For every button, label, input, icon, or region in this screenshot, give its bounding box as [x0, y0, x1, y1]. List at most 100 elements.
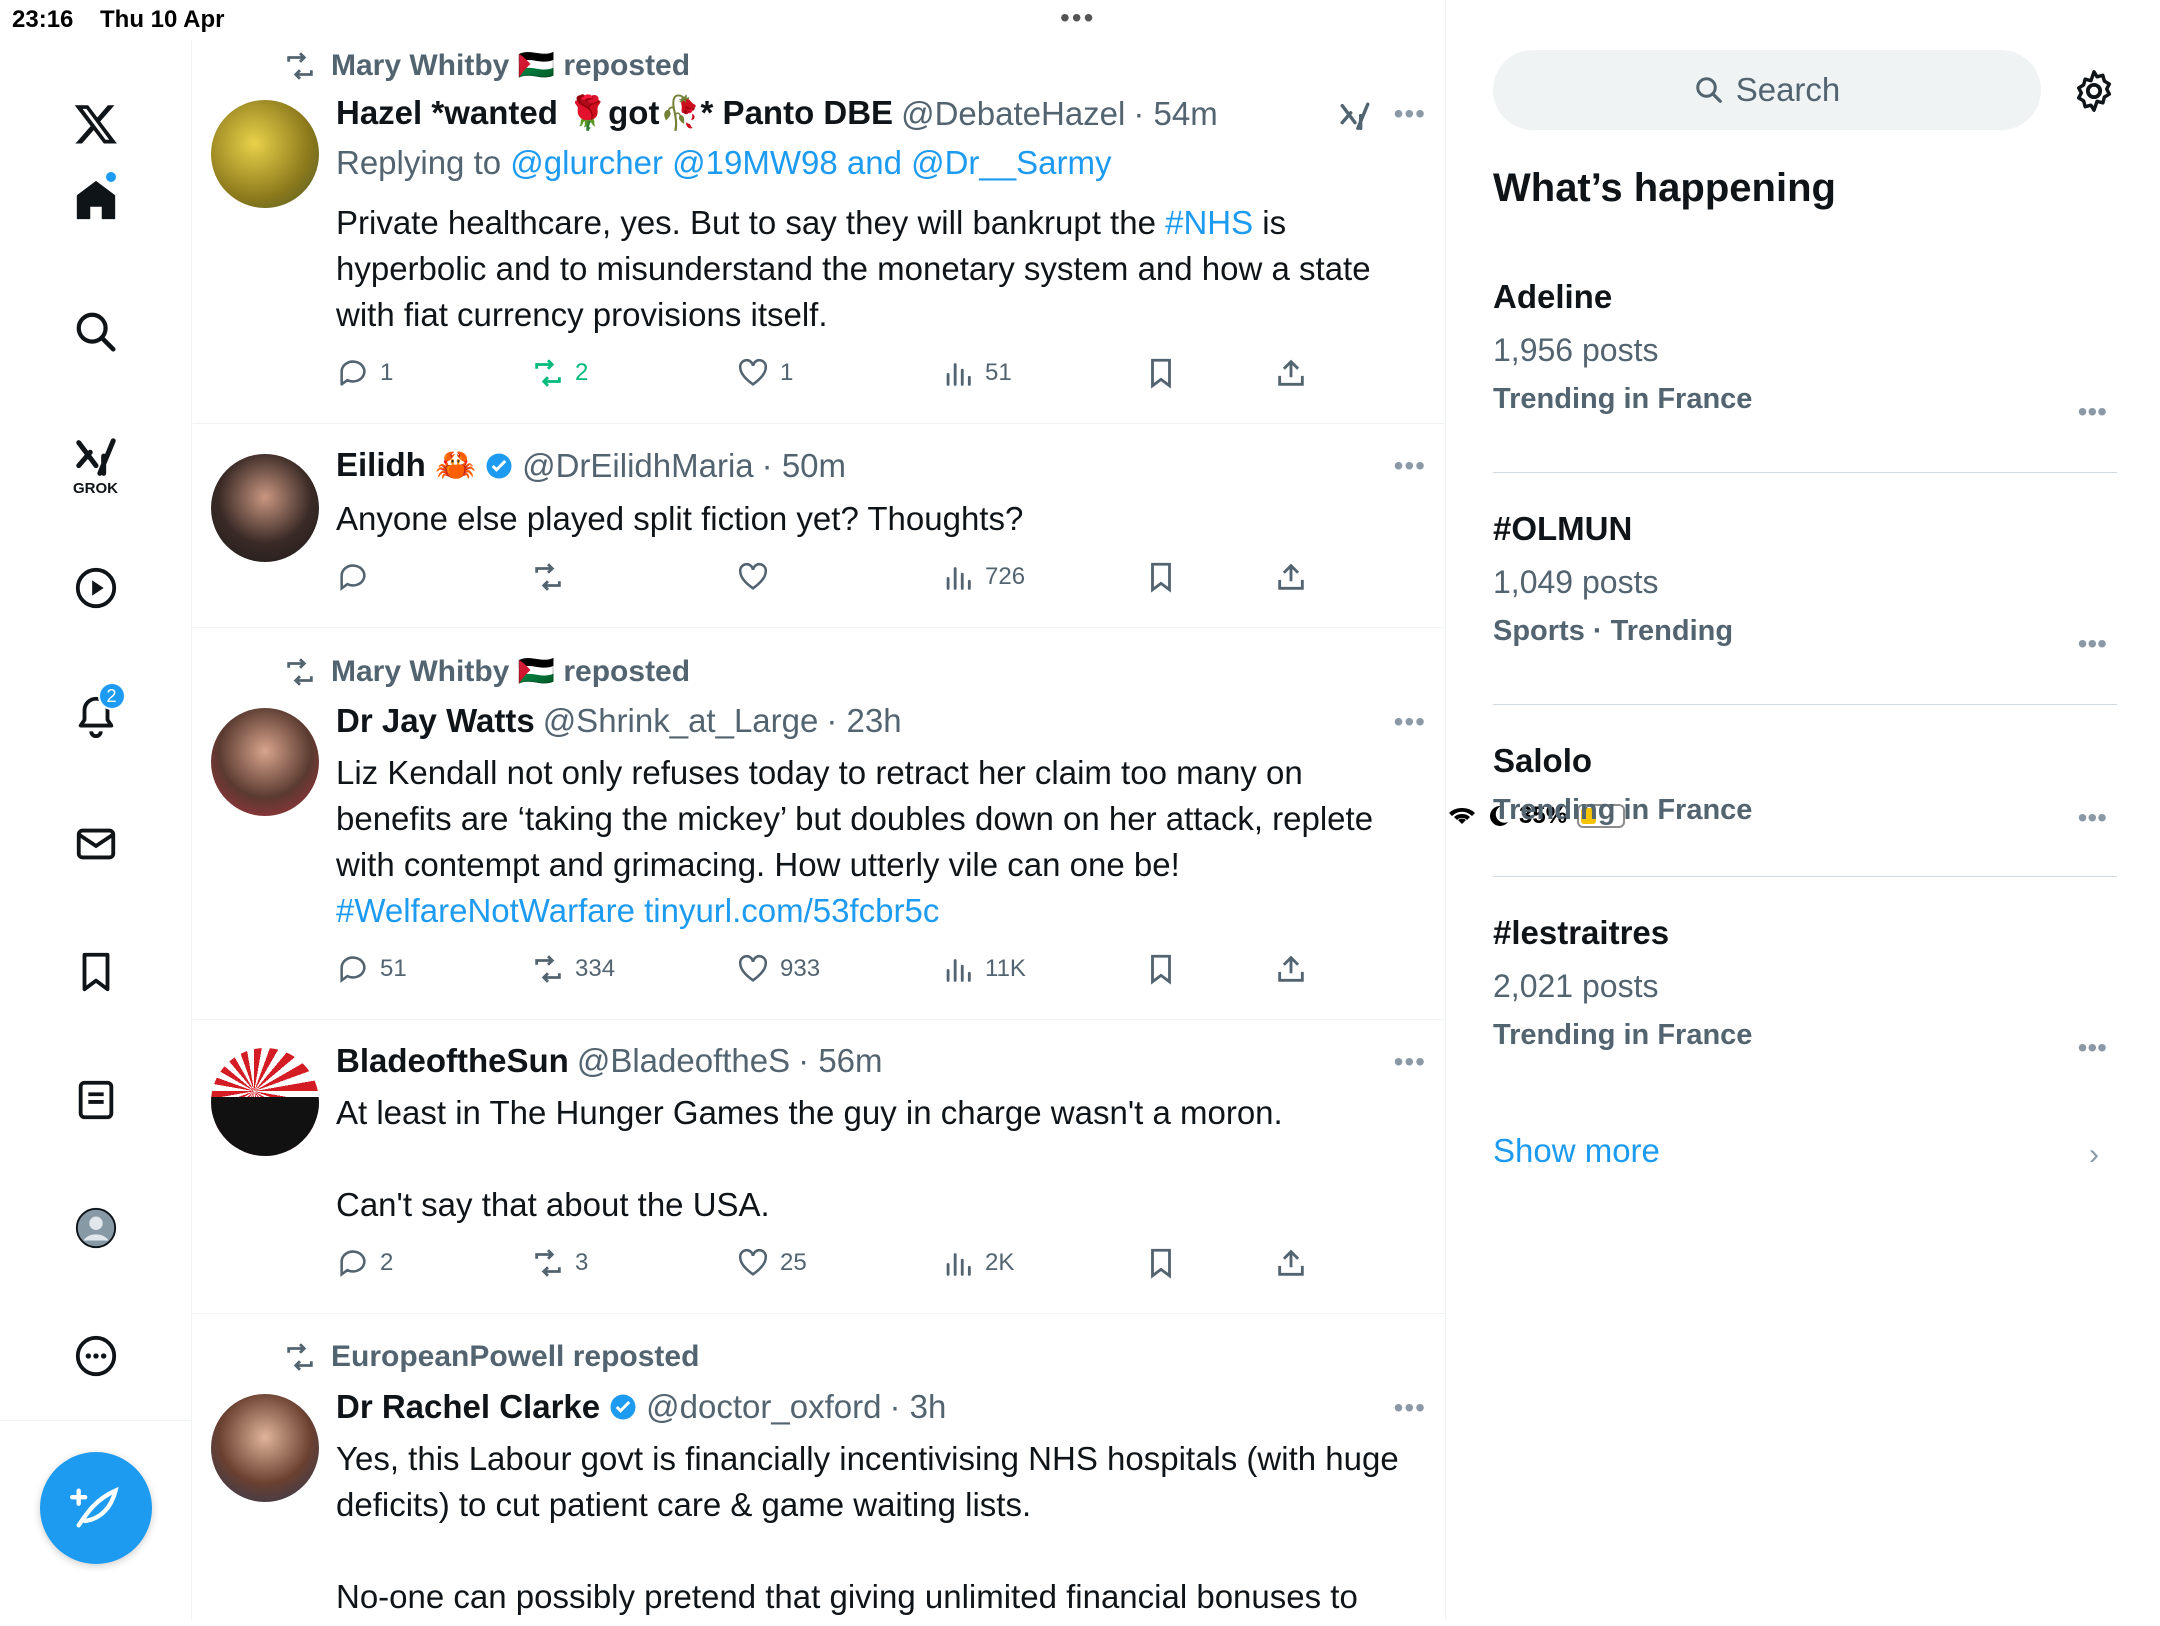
author-handle[interactable]: @DrEilidhMaria	[522, 447, 754, 485]
hashtag-link[interactable]: #WelfareNotWarfare tinyurl.com/53fcbr5c	[336, 892, 939, 929]
trend-meta: Sports · Trending	[1493, 615, 1734, 647]
repost-by-label: EuropeanPowell reposted	[331, 1340, 700, 1373]
avatar[interactable]	[211, 100, 319, 208]
tweet-actions: 726	[336, 560, 1336, 600]
tweet-text: At least in The Hunger Games the guy in …	[336, 1090, 1416, 1228]
repost-button[interactable]: 334	[531, 952, 615, 986]
avatar[interactable]	[211, 708, 319, 816]
author-handle[interactable]: @Shrink_at_Large	[543, 702, 819, 740]
messages-envelope-icon[interactable]	[60, 808, 132, 880]
views-button[interactable]: 726	[941, 560, 1025, 594]
tweet-time[interactable]: · 50m	[762, 447, 846, 485]
profile-avatar-icon[interactable]	[60, 1192, 132, 1264]
replying-to-handles[interactable]: @glurcher @19MW98 and @Dr__Sarmy	[510, 144, 1111, 181]
reply-count: 51	[380, 955, 407, 982]
repost-indicator: EuropeanPowell reposted	[283, 1340, 699, 1374]
author-name[interactable]: BladeoftheSun	[336, 1042, 569, 1080]
more-options-icon[interactable]	[60, 1320, 132, 1392]
like-button[interactable]: 1	[736, 356, 793, 390]
trend-item[interactable]: #OLMUN 1,049 posts Sports · Trending •••	[1493, 510, 2117, 659]
view-count: 11K	[985, 955, 1026, 982]
avatar[interactable]	[211, 1048, 319, 1156]
author-handle[interactable]: @doctor_oxford	[646, 1388, 881, 1426]
grok-explain-icon[interactable]	[1338, 100, 1372, 134]
trend-more-button[interactable]: •••	[2078, 802, 2107, 834]
hashtag-link[interactable]: #NHS	[1165, 204, 1253, 241]
repost-button[interactable]: 3	[531, 1246, 588, 1280]
views-button[interactable]: 2K	[941, 1246, 1014, 1280]
like-button[interactable]: 25	[736, 1246, 807, 1280]
avatar[interactable]	[211, 1394, 319, 1502]
views-button[interactable]: 11K	[941, 952, 1026, 986]
like-button[interactable]	[736, 560, 770, 594]
home-icon[interactable]	[60, 164, 132, 236]
trend-item[interactable]: Adeline 1,956 posts Trending in France •…	[1493, 278, 2117, 427]
tweet-more-button[interactable]: •••	[1394, 1392, 1426, 1424]
repost-count: 334	[575, 955, 616, 982]
trend-more-button[interactable]: •••	[2078, 1032, 2107, 1064]
tweet-time[interactable]: · 56m	[798, 1042, 882, 1080]
tweet[interactable]: Mary Whitby 🇵🇸 reposted Hazel *wanted 🌹g…	[193, 40, 1445, 424]
timeline-feed[interactable]: Mary Whitby 🇵🇸 reposted Hazel *wanted 🌹g…	[193, 0, 1446, 1620]
lists-icon[interactable]	[60, 1064, 132, 1136]
trend-divider	[1493, 704, 2117, 705]
trend-more-button[interactable]: •••	[2078, 628, 2107, 660]
share-button[interactable]	[1274, 560, 1308, 594]
tweet-more-button[interactable]: •••	[1394, 706, 1426, 738]
tweet[interactable]: EuropeanPowell reposted Dr Rachel Clarke…	[193, 1314, 1445, 1620]
views-chart-icon	[946, 567, 971, 590]
trend-meta: Trending in France	[1493, 794, 1753, 826]
tweet-text-paragraph: Yes, this Labour govt is financially inc…	[336, 1440, 1399, 1523]
compose-post-button[interactable]	[40, 1452, 152, 1564]
tweet-text: Private healthcare, yes. But to say they…	[336, 200, 1416, 338]
trend-item[interactable]: Salolo Trending in France •••	[1493, 742, 2117, 833]
avatar[interactable]	[211, 454, 319, 562]
tweet-actions: 1 2 1 51	[336, 356, 1336, 396]
reply-button[interactable]	[336, 560, 370, 594]
video-play-icon[interactable]	[60, 552, 132, 624]
notifications-bell-icon[interactable]: 2	[60, 680, 132, 752]
share-button[interactable]	[1274, 952, 1308, 986]
tweet[interactable]: Eilidh 🦀 @DrEilidhMaria · 50m ••• Anyone…	[193, 424, 1445, 628]
author-name[interactable]: Eilidh 🦀	[336, 446, 476, 485]
reply-button[interactable]: 2	[336, 1246, 393, 1280]
share-button[interactable]	[1274, 356, 1308, 390]
trend-post-count: 1,956 posts	[1493, 332, 1659, 368]
share-button[interactable]	[1274, 1246, 1308, 1280]
x-logo-icon[interactable]	[60, 88, 132, 160]
trend-item[interactable]: #lestraitres 2,021 posts Trending in Fra…	[1493, 914, 2117, 1063]
tweet-header: Dr Rachel Clarke @doctor_oxford · 3h	[336, 1388, 946, 1426]
like-button[interactable]: 933	[736, 952, 820, 986]
show-more-link[interactable]: Show more	[1493, 1132, 1660, 1170]
tweet-header: BladeoftheSun @BladeoftheS · 56m	[336, 1042, 883, 1080]
repost-button[interactable]: 2	[531, 356, 588, 390]
search-input[interactable]: Search	[1493, 50, 2041, 130]
author-handle[interactable]: @BladeoftheS	[577, 1042, 790, 1080]
explore-search-icon[interactable]	[60, 296, 132, 368]
author-name[interactable]: Hazel *wanted 🌹got🥀* Panto DBE	[336, 94, 893, 133]
author-name[interactable]: Dr Jay Watts	[336, 702, 535, 740]
trend-more-button[interactable]: •••	[2078, 396, 2107, 428]
bookmark-button[interactable]	[1144, 952, 1178, 986]
tweet-time[interactable]: · 23h	[826, 702, 901, 740]
reply-button[interactable]: 51	[336, 952, 407, 986]
bookmarks-icon[interactable]	[60, 936, 132, 1008]
reply-button[interactable]: 1	[336, 356, 393, 390]
tweet-more-button[interactable]: •••	[1394, 98, 1426, 130]
bookmark-button[interactable]	[1144, 356, 1178, 390]
nav-divider	[0, 1420, 191, 1421]
trend-meta: Trending in France	[1493, 383, 1753, 415]
bookmark-button[interactable]	[1144, 1246, 1178, 1280]
tweet-more-button[interactable]: •••	[1394, 1046, 1426, 1078]
views-button[interactable]: 51	[941, 356, 1012, 390]
settings-gear-icon[interactable]	[2071, 68, 2117, 114]
tweet-more-button[interactable]: •••	[1394, 450, 1426, 482]
author-handle[interactable]: @DebateHazel	[901, 95, 1125, 133]
repost-button[interactable]	[531, 560, 565, 594]
tweet-time[interactable]: · 54m	[1133, 95, 1217, 133]
author-name[interactable]: Dr Rachel Clarke	[336, 1388, 600, 1426]
tweet[interactable]: BladeoftheSun @BladeoftheS · 56m ••• At …	[193, 1020, 1445, 1314]
bookmark-button[interactable]	[1144, 560, 1178, 594]
tweet-time[interactable]: · 3h	[889, 1388, 946, 1426]
tweet[interactable]: Mary Whitby 🇵🇸 reposted Dr Jay Watts @Sh…	[193, 628, 1445, 1020]
